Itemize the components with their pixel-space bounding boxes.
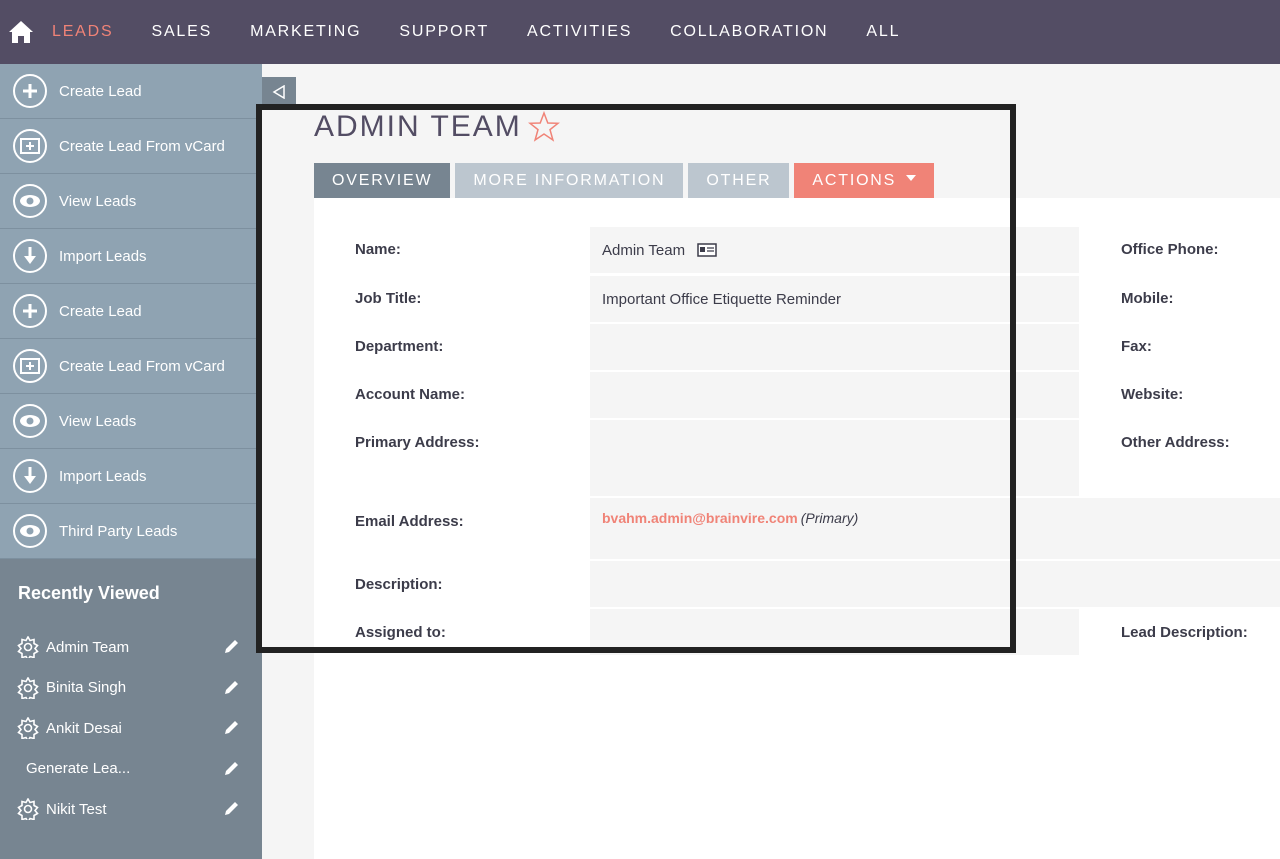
detail-panel: Name: Admin Team Job Title: Important Of… (314, 198, 1280, 859)
caret-down-icon (906, 174, 917, 181)
sidebar-actions: Create Lead Create Lead From vCard View … (0, 64, 262, 559)
title-row: ADMIN TEAM (314, 110, 560, 144)
fax-label: Fax: (1121, 338, 1152, 355)
lead-gear-icon (17, 717, 39, 740)
other-address-label: Other Address: (1121, 434, 1230, 451)
job-title-field[interactable]: Important Office Etiquette Reminder (590, 276, 1079, 322)
name-value: Admin Team (602, 241, 686, 259)
nav-collaboration[interactable]: COLLABORATION (670, 23, 828, 41)
nav-all[interactable]: ALL (866, 23, 900, 41)
download-arrow-icon (13, 239, 47, 273)
email-link[interactable]: bvahm.admin@brainvire.com (602, 510, 798, 526)
description-label: Description: (355, 576, 443, 593)
sidebar-item-label: Create Lead (59, 302, 142, 320)
assigned-to-label: Assigned to: (355, 624, 446, 641)
plus-circle-icon (13, 294, 47, 328)
email-address-label: Email Address: (355, 513, 464, 530)
sidebar-item-view-leads[interactable]: View Leads (0, 174, 262, 229)
account-name-field[interactable] (590, 372, 1079, 418)
tab-more-information[interactable]: MORE INFORMATION (455, 163, 684, 198)
nav-support[interactable]: SUPPORT (399, 23, 489, 41)
tab-overview[interactable]: OVERVIEW (314, 163, 451, 198)
nav-sales[interactable]: SALES (151, 23, 212, 41)
sidebar-item-third-party-leads[interactable]: Third Party Leads (0, 504, 262, 559)
email-address-field[interactable]: bvahm.admin@brainvire.com (Primary) (590, 498, 1280, 559)
download-arrow-icon (13, 459, 47, 493)
department-field[interactable] (590, 324, 1079, 370)
tab-other[interactable]: OTHER (688, 163, 790, 198)
account-name-label: Account Name: (355, 386, 466, 403)
pencil-icon[interactable] (223, 678, 243, 698)
sidebar-item-label: Create Lead From vCard (59, 357, 225, 375)
pencil-icon[interactable] (223, 718, 243, 738)
mobile-label: Mobile: (1121, 290, 1174, 307)
website-label: Website: (1121, 386, 1184, 403)
recent-item[interactable]: Generate Lea... (0, 749, 262, 790)
sidebar-item-label: Third Party Leads (59, 522, 178, 540)
plus-circle-icon (13, 74, 47, 108)
name-field[interactable]: Admin Team (590, 227, 1079, 273)
sidebar-item-create-lead[interactable]: Create Lead (0, 64, 262, 119)
lead-description-label: Lead Description: (1121, 624, 1248, 641)
star-icon[interactable] (527, 110, 560, 143)
description-field[interactable] (590, 561, 1280, 607)
nav-leads[interactable]: LEADS (52, 23, 113, 41)
nav-activities[interactable]: ACTIVITIES (527, 23, 632, 41)
recent-item-label: Binita Singh (46, 679, 127, 697)
collapse-sidebar-button[interactable] (262, 77, 296, 107)
sidebar-item-label: Import Leads (59, 467, 147, 485)
sidebar-item-label: Import Leads (59, 247, 147, 265)
sidebar-item-view-leads[interactable]: View Leads (0, 394, 262, 449)
top-navigation: LEADS SALES MARKETING SUPPORT ACTIVITIES… (0, 0, 1280, 64)
department-label: Department: (355, 338, 444, 355)
recent-item-label: Admin Team (46, 638, 130, 656)
pencil-icon[interactable] (223, 799, 243, 819)
email-primary-tag: (Primary) (800, 510, 859, 526)
eye-icon (13, 514, 47, 548)
sidebar-item-create-lead-vcard[interactable]: Create Lead From vCard (0, 339, 262, 394)
sidebar-item-label: View Leads (59, 192, 137, 210)
sidebar: Create Lead Create Lead From vCard View … (0, 64, 262, 859)
sidebar-item-import-leads[interactable]: Import Leads (0, 229, 262, 284)
pencil-icon[interactable] (223, 759, 243, 779)
assigned-to-field[interactable] (590, 609, 1079, 655)
recent-item-label: Nikit Test (46, 800, 107, 818)
sidebar-item-label: Create Lead (59, 82, 142, 100)
sidebar-item-label: Create Lead From vCard (59, 137, 225, 155)
eye-icon (13, 404, 47, 438)
sidebar-item-import-leads[interactable]: Import Leads (0, 449, 262, 504)
vcard-plus-icon (13, 349, 47, 383)
recent-item-label: Generate Lea... (26, 760, 131, 778)
lead-gear-icon (17, 798, 39, 821)
recent-item[interactable]: Nikit Test (0, 789, 262, 830)
recently-viewed-title: Recently Viewed (18, 583, 160, 603)
recent-item-label: Ankit Desai (46, 719, 122, 737)
job-title-value: Important Office Etiquette Reminder (602, 290, 842, 308)
triangle-left-icon (272, 85, 285, 99)
nav-marketing[interactable]: MARKETING (250, 23, 361, 41)
sidebar-item-create-lead[interactable]: Create Lead (0, 284, 262, 339)
actions-label: ACTIONS (812, 171, 897, 189)
primary-address-field[interactable] (590, 420, 1079, 496)
detail-tabs: OVERVIEW MORE INFORMATION OTHER ACTIONS (314, 163, 939, 198)
primary-address-label: Primary Address: (355, 434, 480, 451)
vcard-plus-icon (13, 129, 47, 163)
recent-item[interactable]: Binita Singh (0, 668, 262, 709)
recent-item[interactable]: Ankit Desai (0, 708, 262, 749)
lead-gear-icon (17, 636, 39, 659)
sidebar-item-label: View Leads (59, 412, 137, 430)
job-title-label: Job Title: (355, 290, 422, 307)
eye-icon (13, 184, 47, 218)
recent-item[interactable]: Admin Team (0, 627, 262, 668)
actions-dropdown-button[interactable]: ACTIONS (794, 163, 935, 198)
office-phone-label: Office Phone: (1121, 241, 1219, 258)
home-icon[interactable] (8, 19, 34, 45)
pencil-icon[interactable] (223, 637, 243, 657)
sidebar-item-create-lead-vcard[interactable]: Create Lead From vCard (0, 119, 262, 174)
name-label: Name: (355, 241, 401, 258)
lead-gear-icon (17, 676, 39, 699)
page-title: ADMIN TEAM (314, 110, 522, 143)
vcard-icon[interactable] (697, 242, 717, 258)
